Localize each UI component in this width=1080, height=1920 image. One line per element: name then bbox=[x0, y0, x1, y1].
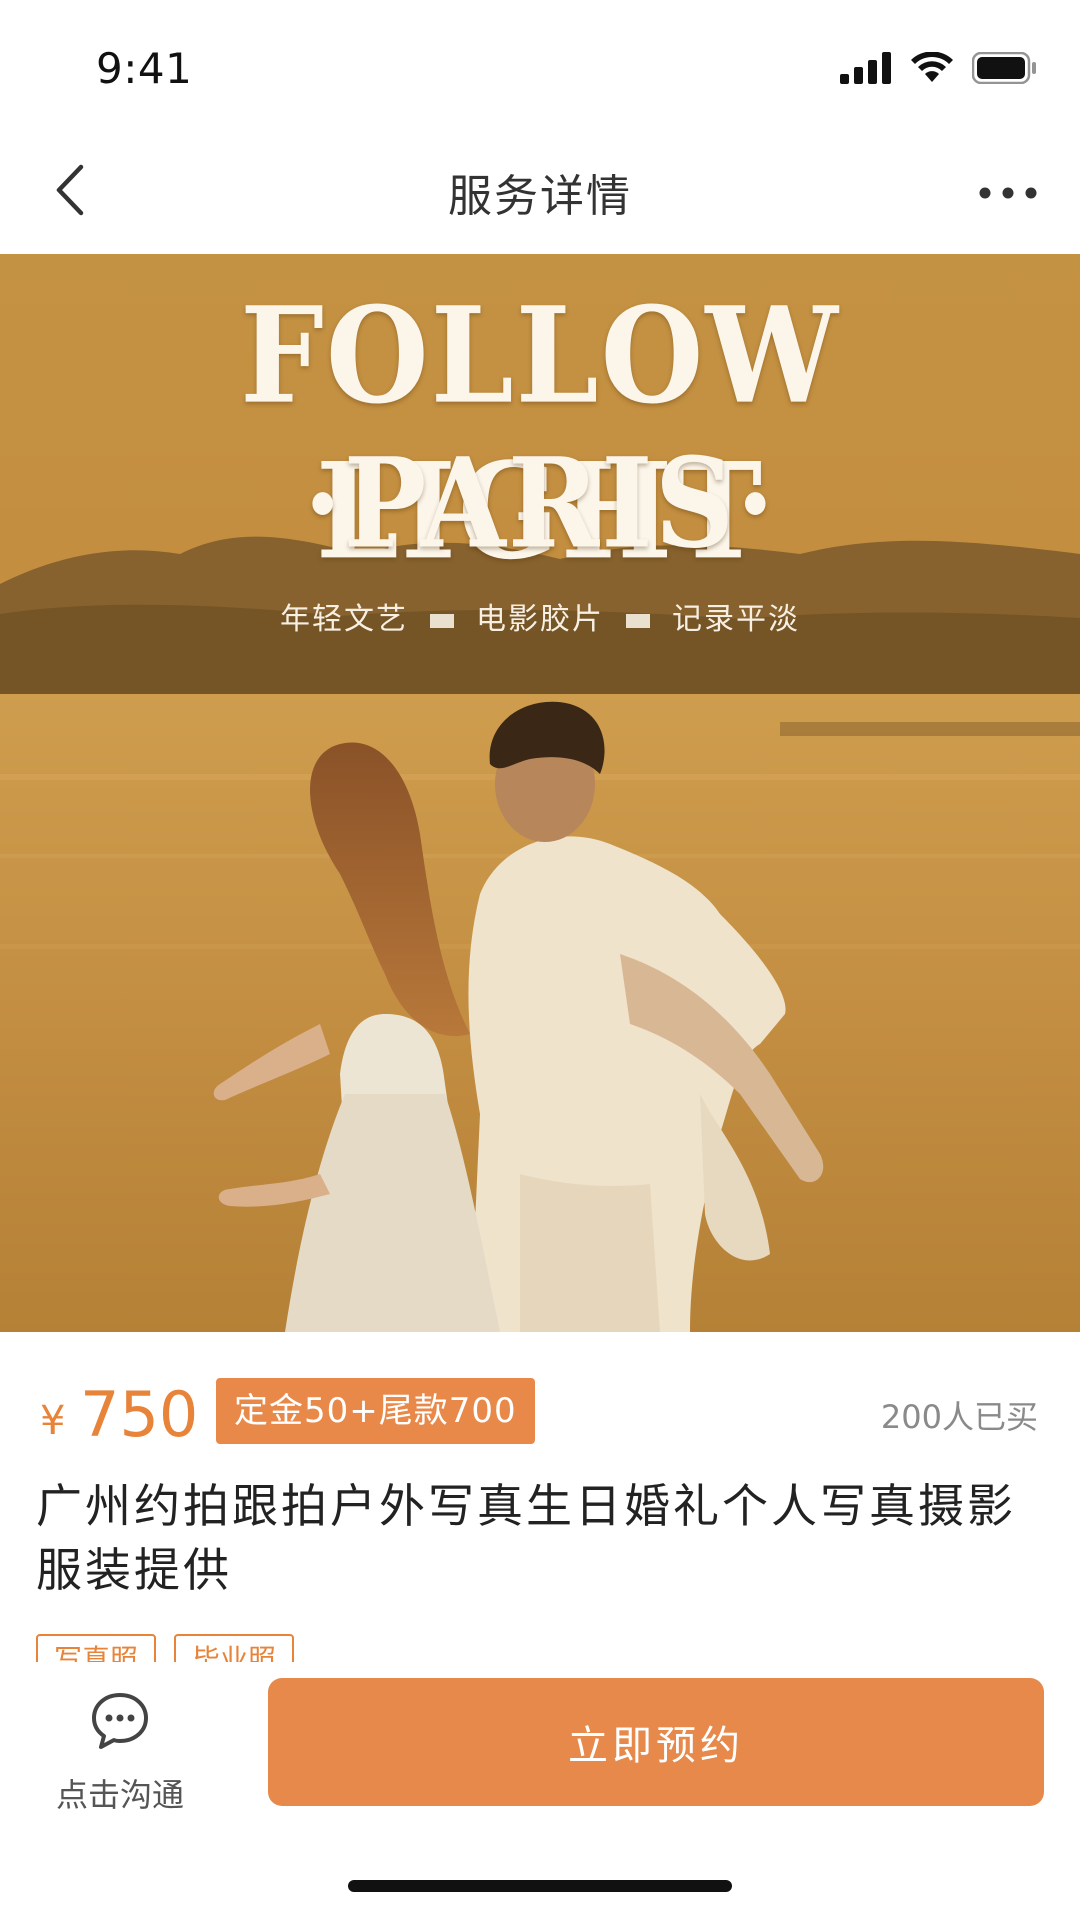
price-currency: ¥ bbox=[40, 1398, 66, 1444]
price-amount: 750 bbox=[80, 1378, 199, 1451]
hero-tagline-item: 电影胶片 bbox=[476, 602, 604, 637]
deposit-badge: 定金50+尾款700 bbox=[216, 1378, 535, 1444]
chat-label: 点击沟通 bbox=[55, 1776, 184, 1814]
hero-tagline: 年轻文艺 电影胶片 记录平淡 bbox=[0, 594, 1080, 638]
wifi-icon bbox=[910, 52, 954, 84]
signal-icon bbox=[840, 52, 892, 84]
hero-tagline-item: 年轻文艺 bbox=[280, 602, 408, 637]
status-time: 9:41 bbox=[96, 44, 193, 93]
tag-item[interactable]: 毕业照 bbox=[174, 1634, 295, 1662]
more-button[interactable] bbox=[968, 166, 1048, 222]
battery-icon bbox=[972, 52, 1038, 84]
home-indicator[interactable] bbox=[348, 1880, 732, 1892]
service-title: 广州约拍跟拍户外写真生日婚礼个人写真摄影服装提供 bbox=[36, 1479, 1016, 1597]
more-dots-icon bbox=[978, 185, 1038, 204]
tag-item[interactable]: 写真照 bbox=[36, 1634, 157, 1662]
sold-count: 200人已买 bbox=[880, 1398, 1038, 1436]
status-icons bbox=[840, 48, 1038, 88]
page-title: 服务详情 bbox=[448, 171, 632, 222]
chat-bubble-icon bbox=[89, 1690, 151, 1756]
book-now-button[interactable]: 立即预约 bbox=[268, 1678, 1044, 1806]
chat-button[interactable]: 点击沟通 bbox=[40, 1690, 200, 1820]
hero-image[interactable]: FOLLOW LIGHT ·PARIS· 年轻文艺 电影胶片 记录平淡 bbox=[0, 254, 1080, 1332]
price-row: ¥ 750 定金50+尾款700 200人已买 bbox=[36, 1378, 1044, 1451]
tag-list: 写真照 毕业照 bbox=[36, 1634, 295, 1662]
film-strip-icon bbox=[430, 613, 454, 628]
status-bar: 9:41 bbox=[0, 0, 1080, 130]
hero-tagline-item: 记录平淡 bbox=[672, 602, 800, 637]
nav-bar: 服务详情 bbox=[0, 130, 1080, 254]
service-detail-page: 9:41 服务详情 FOLLOW LIGHT ·PARIS· 年轻文艺 电影胶片… bbox=[0, 0, 1080, 1920]
hero-title-line2: ·PARIS· bbox=[303, 431, 777, 576]
film-strip-icon bbox=[626, 613, 650, 628]
